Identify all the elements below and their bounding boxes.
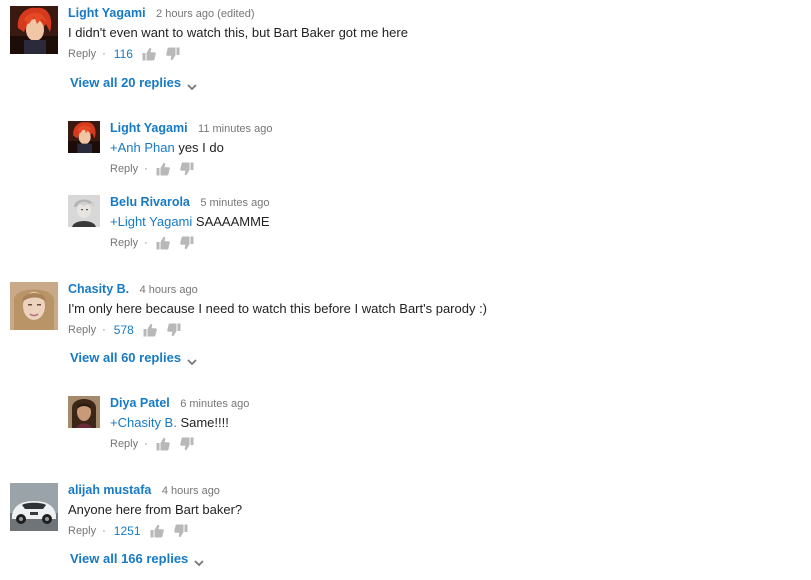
comment-author[interactable]: Diya Patel — [110, 396, 170, 410]
separator-dot: · — [144, 237, 148, 249]
avatar[interactable] — [10, 483, 58, 531]
red-haired-character-avatar-icon — [10, 6, 58, 54]
comment-text: I'm only here because I need to watch th… — [68, 301, 488, 316]
reply-text: Same!!!! — [176, 415, 229, 430]
comment-text: Anyone here from Bart baker? — [68, 502, 243, 517]
thumbs-up-icon[interactable] — [150, 524, 164, 538]
reply-button[interactable]: Reply — [110, 163, 138, 175]
separator-dot: · — [102, 525, 106, 537]
avatar[interactable] — [10, 282, 58, 330]
comment-timestamp[interactable]: 4 hours ago — [162, 485, 220, 497]
comment-thread: alijah mustafa 4 hours ago Anyone here f… — [10, 483, 800, 539]
avatar[interactable] — [68, 396, 100, 428]
view-all-replies-button[interactable]: View all 166 replies — [70, 551, 204, 566]
user-mention-link[interactable]: +Light Yagami — [110, 214, 192, 229]
like-count: 578 — [113, 323, 134, 337]
comment-timestamp[interactable]: 11 minutes ago — [198, 123, 272, 135]
thumbs-up-icon[interactable] — [142, 47, 156, 61]
grayscale-portrait-avatar-icon — [68, 195, 100, 227]
reply-comment: Light Yagami 11 minutes ago +Anh Phan ye… — [68, 121, 768, 171]
view-all-replies-button[interactable]: View all 20 replies — [70, 75, 197, 90]
comment-author[interactable]: Light Yagami — [110, 121, 188, 135]
reply-text: yes I do — [174, 140, 224, 155]
thumbs-down-icon[interactable] — [174, 524, 188, 538]
comment-text: +Light Yagami SAAAAMME — [110, 214, 270, 230]
comment-text: I didn't even want to watch this, but Ba… — [68, 25, 408, 40]
view-all-replies-label: View all 60 replies — [70, 350, 182, 365]
separator-dot: · — [102, 324, 106, 336]
reply-comment: Diya Patel 6 minutes ago +Chasity B. Sam… — [68, 396, 768, 446]
comment-author[interactable]: alijah mustafa — [68, 483, 151, 497]
thumbs-down-icon[interactable] — [180, 437, 194, 451]
thumbs-up-icon[interactable] — [156, 162, 170, 176]
comment-author[interactable]: Belu Rivarola — [110, 195, 190, 209]
view-all-replies-button[interactable]: View all 60 replies — [70, 350, 197, 365]
thumbs-up-icon[interactable] — [143, 323, 157, 337]
chevron-down-icon — [187, 79, 197, 90]
avatar[interactable] — [68, 195, 100, 227]
dark-haired-woman-avatar-icon — [68, 396, 100, 428]
comment-text: +Chasity B. Same!!!! — [110, 415, 249, 431]
reply-button[interactable]: Reply — [110, 237, 138, 249]
view-all-replies-label: View all 166 replies — [70, 551, 189, 566]
like-count: 116 — [113, 47, 133, 61]
user-mention-link[interactable]: +Chasity B. — [110, 415, 177, 430]
avatar[interactable] — [10, 6, 58, 54]
reply-comment: Belu Rivarola 5 minutes ago +Light Yagam… — [68, 195, 768, 245]
separator-dot: · — [102, 48, 106, 60]
thumbs-up-icon[interactable] — [156, 437, 170, 451]
reply-button[interactable]: Reply — [68, 48, 96, 60]
reply-button[interactable]: Reply — [68, 525, 96, 537]
comment-author[interactable]: Chasity B. — [68, 282, 129, 296]
comment-timestamp[interactable]: 6 minutes ago — [180, 398, 249, 410]
reply-text: SAAAAMME — [192, 214, 270, 229]
user-mention-link[interactable]: +Anh Phan — [110, 140, 175, 155]
reply-button[interactable]: Reply — [110, 438, 138, 450]
white-sports-car-avatar-icon — [10, 483, 58, 531]
comment-timestamp[interactable]: 2 hours ago (edited) — [156, 8, 254, 20]
comment-thread: Light Yagami 2 hours ago (edited) I didn… — [10, 6, 800, 62]
avatar[interactable] — [68, 121, 100, 153]
view-all-replies-label: View all 20 replies — [70, 75, 182, 90]
comment-thread: Chasity B. 4 hours ago I'm only here bec… — [10, 282, 800, 338]
chevron-down-icon — [187, 354, 197, 365]
thumbs-down-icon[interactable] — [180, 236, 194, 250]
like-count: 1251 — [113, 524, 141, 538]
thumbs-down-icon[interactable] — [180, 162, 194, 176]
blonde-woman-avatar-icon — [10, 282, 58, 330]
thumbs-up-icon[interactable] — [156, 236, 170, 250]
red-haired-character-avatar-icon — [68, 121, 100, 153]
thumbs-down-icon[interactable] — [166, 47, 180, 61]
comment-timestamp[interactable]: 4 hours ago — [140, 284, 198, 296]
comment-text: +Anh Phan yes I do — [110, 140, 272, 156]
reply-button[interactable]: Reply — [68, 324, 96, 336]
separator-dot: · — [144, 163, 148, 175]
comment-author[interactable]: Light Yagami — [68, 6, 146, 20]
chevron-down-icon — [194, 555, 204, 566]
separator-dot: · — [144, 438, 148, 450]
thumbs-down-icon[interactable] — [167, 323, 181, 337]
comment-timestamp[interactable]: 5 minutes ago — [200, 197, 269, 209]
